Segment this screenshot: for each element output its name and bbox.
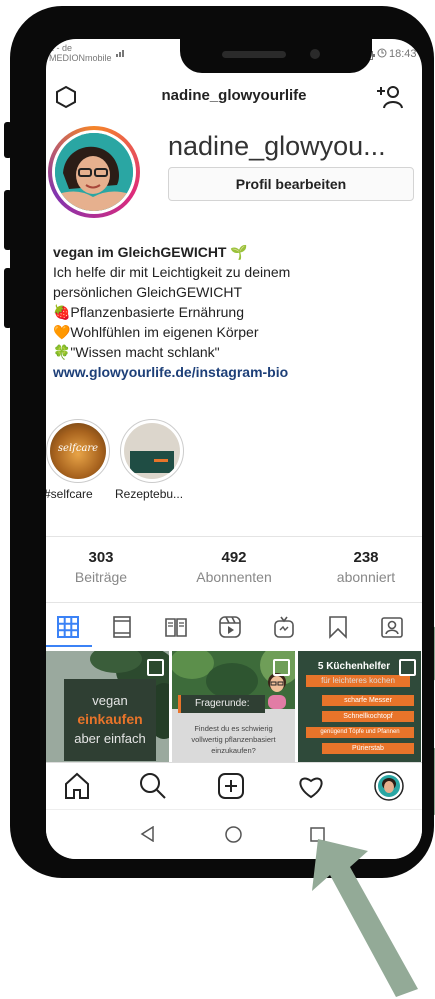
avatar-ring-inner xyxy=(52,130,136,214)
carrier-text: 2 - de MEDIONmobile xyxy=(49,43,112,63)
post-tile-fragerunde[interactable]: Fragerunde: Findest du es schwierig voll… xyxy=(172,651,295,763)
guides-icon[interactable] xyxy=(156,607,196,647)
bitmoji-avatar xyxy=(266,673,288,709)
phone-frame: 2 - de MEDIONmobile % 18:43 nadine_glowy… xyxy=(10,6,434,878)
profile-photo xyxy=(55,133,133,211)
post-tile-einkaufen[interactable]: vegan einkaufen aber einfach xyxy=(46,651,169,763)
bio-line: 🧡Wohlfühlen im eigenen Körper xyxy=(53,324,259,340)
multi-post-icon xyxy=(399,659,416,676)
highlight-label: Rezeptebu... xyxy=(115,487,184,501)
highlight-ring xyxy=(120,419,184,483)
stat-value: 238 xyxy=(353,549,379,566)
tv-icon[interactable] xyxy=(264,607,304,647)
carrier-name: MEDIONmobile xyxy=(49,53,112,63)
profile-avatar-large[interactable] xyxy=(48,126,140,218)
add-user-icon[interactable] xyxy=(376,84,404,110)
post-text-line: aber einfach xyxy=(74,731,146,746)
stat-label: Abonnenten xyxy=(196,569,272,585)
saved-icon[interactable] xyxy=(318,607,358,647)
post-list-item: Pürierstab xyxy=(322,743,414,754)
profile-username-display: nadine_glowyou... xyxy=(168,131,386,161)
stats-divider-bottom xyxy=(46,602,422,603)
tagged-icon[interactable] xyxy=(372,607,412,647)
phone-screen: 2 - de MEDIONmobile % 18:43 nadine_glowy… xyxy=(46,39,422,859)
grid-icon[interactable] xyxy=(48,607,88,647)
active-tab-indicator xyxy=(46,645,92,647)
bio-line: Ich helfe dir mit Leichtigkeit zu deinem xyxy=(53,264,291,280)
book-cover-shape xyxy=(130,451,174,473)
bio-line: 🍓Pflanzenbasierte Ernährung xyxy=(53,304,244,320)
speaker-grille xyxy=(222,51,286,58)
stat-following[interactable]: 238 abonniert xyxy=(311,549,421,585)
multi-post-icon xyxy=(273,659,290,676)
reels-icon[interactable] xyxy=(210,607,250,647)
phone-notch xyxy=(180,39,372,73)
stat-label: Beiträge xyxy=(74,569,128,585)
carrier-line: 2 - de xyxy=(49,43,73,53)
header-username: nadine_glowyourlife xyxy=(161,87,307,104)
stat-value: 492 xyxy=(221,549,247,566)
highlight-selfcare[interactable]: selfcare #selfcare xyxy=(46,419,110,501)
post-tile-kuechenhelfer[interactable]: 5 Küchenhelfer für leichteres kochen sch… xyxy=(298,651,421,763)
post-heading: 5 Küchenhelfer xyxy=(317,661,391,672)
back-icon[interactable] xyxy=(140,825,156,843)
post-text-line: vegan xyxy=(92,693,128,708)
post-subheading: für leichteres kochen xyxy=(306,675,410,687)
pointing-arrow-icon xyxy=(312,839,418,997)
profile-bio: vegan im GleichGEWICHT 🌱 Ich helfe dir m… xyxy=(53,242,413,382)
bio-name: vegan im GleichGEWICHT 🌱 xyxy=(53,244,248,260)
home-circle-icon[interactable] xyxy=(225,826,242,843)
profile-header: nadine_glowyourlife xyxy=(46,79,422,115)
signal-icon xyxy=(116,49,126,59)
profile-tabs xyxy=(46,607,422,647)
front-camera xyxy=(310,49,320,59)
stat-value: 303 xyxy=(88,549,114,566)
post-text-highlight: einkaufen xyxy=(77,711,143,727)
stats-divider-top xyxy=(46,536,422,537)
add-post-icon[interactable] xyxy=(216,771,246,801)
question-body: Findest du es schwierig vollwertig pflan… xyxy=(172,723,295,756)
edit-profile-button[interactable]: Profil bearbeiten xyxy=(168,167,414,201)
post-list-item: genügend Töpfe und Pfannen xyxy=(306,727,414,738)
post-list-item: scharfe Messer xyxy=(322,695,414,706)
question-line: vollwertig pflanzenbasiert xyxy=(191,735,276,744)
book-accent-shape xyxy=(154,459,168,462)
bottom-navigation xyxy=(46,762,422,809)
heart-icon[interactable] xyxy=(296,771,326,801)
profile-avatar[interactable] xyxy=(374,771,404,801)
highlight-rezeptebuch[interactable]: Rezeptebu... xyxy=(115,419,184,501)
highlight-label: #selfcare xyxy=(46,487,93,501)
bio-line: persönlichen GleichGEWICHT xyxy=(53,284,243,300)
clock-icon xyxy=(377,48,387,60)
home-icon[interactable] xyxy=(62,771,92,801)
stat-followers[interactable]: 492 Abonnenten xyxy=(179,549,289,585)
multi-post-icon xyxy=(147,659,164,676)
igtv-icon[interactable] xyxy=(102,607,142,647)
question-heading-box: Fragerunde: xyxy=(178,695,265,713)
question-line: Findest du es schwierig xyxy=(194,724,273,733)
highlight-inner-text: selfcare xyxy=(57,443,99,454)
highlight-rezeptebuch-image xyxy=(124,423,180,479)
search-icon[interactable] xyxy=(138,771,168,801)
post-text-panel: vegan einkaufen aber einfach xyxy=(64,679,156,761)
status-time: 18:43 xyxy=(389,48,417,60)
question-heading: Fragerunde: xyxy=(195,698,250,709)
bio-line: 🍀"Wissen macht schlank" xyxy=(53,344,220,360)
highlight-ring: selfcare xyxy=(46,419,110,483)
highlight-selfcare-image: selfcare xyxy=(50,423,106,479)
bio-link[interactable]: www.glowyourlife.de/instagram-bio xyxy=(53,362,413,382)
stat-posts[interactable]: 303 Beiträge xyxy=(46,549,156,585)
post-list-item: Schnellkochtopf xyxy=(322,711,414,722)
question-line: einzukaufen? xyxy=(211,746,256,755)
stat-label: abonniert xyxy=(336,569,396,585)
